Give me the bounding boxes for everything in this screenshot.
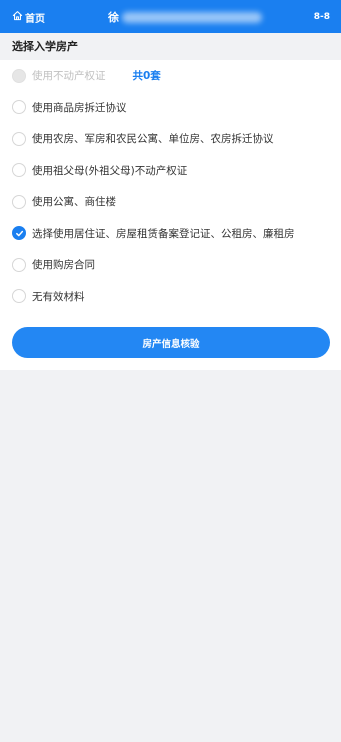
property-option[interactable]: 使用购房合同 [0,249,341,281]
radio-icon[interactable] [12,131,26,146]
option-label: 使用不动产权证 [32,70,106,83]
option-label: 使用公寓、商住楼 [32,196,116,209]
property-option: 使用不动产权证 共0套 [0,60,341,92]
property-option[interactable]: 使用公寓、商住楼 [0,186,341,218]
property-verify-button[interactable]: 房产信息核验 [12,327,330,358]
property-option[interactable]: 无有效材料 [0,281,341,313]
option-label: 使用农房、军房和农民公寓、单位房、农房拆迁协议 [32,133,274,146]
top-bar: 首页 徐 8-8 [0,0,341,33]
radio-icon[interactable] [12,194,26,209]
property-option[interactable]: 使用祖父母(外祖父母)不动产权证 [0,155,341,187]
radio-icon[interactable] [12,163,26,178]
page-title-text: 徐 [108,11,119,24]
home-button[interactable]: 首页 [12,9,45,25]
redacted-title-blur [122,11,262,23]
radio-checked-icon[interactable] [12,226,26,241]
option-label: 使用购房合同 [32,259,95,272]
radio-icon [12,68,26,83]
home-icon [12,10,23,24]
section-title: 选择入学房产 [0,33,341,60]
radio-icon[interactable] [12,257,26,272]
radio-icon[interactable] [12,100,26,115]
radio-icon[interactable] [12,289,26,304]
option-label: 使用祖父母(外祖父母)不动产权证 [32,164,188,177]
option-label: 使用商品房拆迁协议 [32,101,127,114]
page-title: 徐 [108,9,262,25]
property-option[interactable]: 使用农房、军房和农民公寓、单位房、农房拆迁协议 [0,123,341,155]
property-options-panel: 使用不动产权证 共0套使用商品房拆迁协议使用农房、军房和农民公寓、单位房、农房拆迁… [0,60,341,370]
page-code: 8-8 [313,12,330,22]
option-label: 无有效材料 [32,290,85,303]
property-option[interactable]: 使用商品房拆迁协议 [0,92,341,124]
property-option[interactable]: 选择使用居住证、房屋租赁备案登记证、公租房、廉租房 [0,218,341,250]
property-count-link[interactable]: 共0套 [133,68,161,83]
option-label: 选择使用居住证、房屋租赁备案登记证、公租房、廉租房 [32,227,295,240]
home-label: 首页 [25,13,45,25]
